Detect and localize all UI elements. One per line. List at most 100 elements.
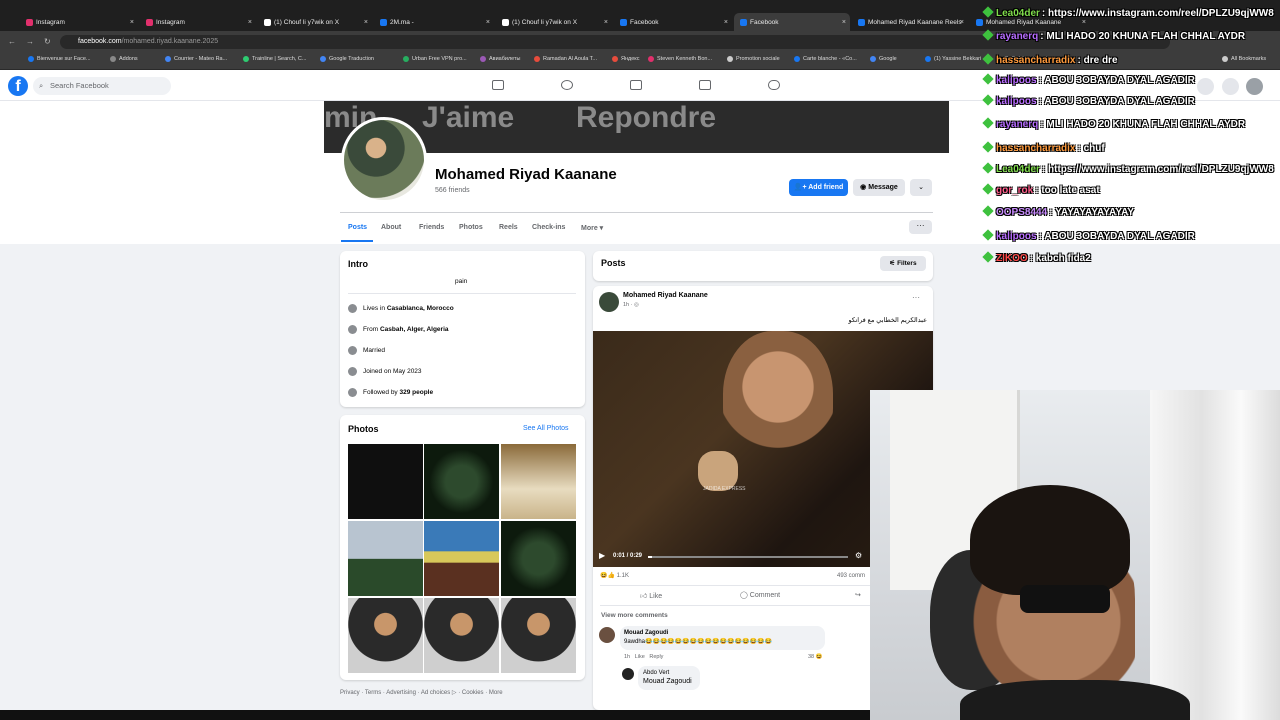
bookmark-label: Trainline | Search, C... [252,56,307,62]
forward-icon[interactable]: → [26,37,34,46]
chat-badge-icon [982,141,994,153]
bookmark-item[interactable]: (1) Yassine Bekkari [925,56,981,62]
bookmark-item[interactable]: Google [870,56,897,62]
profile-tab-friends[interactable]: Friends [419,224,444,231]
chat-text: : MLI HADO 20 KHUNA FLAH CHHAL AYDR [1040,31,1246,42]
browser-tab[interactable]: Mohamed Riyad Kaanane Reels × [852,13,968,31]
post-author-name[interactable]: Mohamed Riyad Kaanane [623,292,708,299]
message-label: Message [868,184,898,191]
tab-close-icon[interactable]: × [960,19,964,26]
gaming-icon[interactable] [768,80,780,90]
message-button[interactable]: ◉ Message [853,179,905,196]
video-icon[interactable] [630,80,642,90]
back-icon[interactable]: ← [8,37,16,46]
profile-tab-posts[interactable]: Posts [348,224,367,231]
marketplace-icon[interactable] [699,80,711,90]
share-icon[interactable]: ↪ [855,591,861,599]
post-author-avatar[interactable] [599,292,619,312]
browser-tab[interactable]: Facebook × [734,13,850,31]
bookmark-item[interactable]: Courrier - Mateo Ra... [165,56,227,62]
comment-icon: ◯ [740,592,750,599]
bookmark-item[interactable]: Promotion sociale [727,56,780,62]
reply-author[interactable]: Abdo Vert [643,670,669,676]
followed-value[interactable]: 329 people [400,389,434,396]
photo-thumbnail[interactable] [424,444,499,519]
from-value[interactable]: Casbah, Alger, Algeria [380,326,449,333]
like-button[interactable]: 👍︎ Like [640,591,662,600]
bookmark-item[interactable]: Trainline | Search, C... [243,56,306,62]
globe-icon: ◎ [634,302,639,308]
lives-value[interactable]: Casablanca, Morocco [387,305,454,312]
tab-label: (1) Chouf li y7wik on X [512,18,578,26]
see-all-photos-link[interactable]: See All Photos [523,425,569,432]
bookmark-item[interactable]: Steven Kenneth Bon... [648,56,712,62]
reply-avatar[interactable] [622,668,634,680]
video-progress-track[interactable] [648,556,848,558]
tab-close-icon[interactable]: × [604,19,608,26]
profile-tab-checkins[interactable]: Check-ins [532,224,565,231]
photo-thumbnail[interactable] [348,521,423,596]
photo-thumbnail[interactable] [501,521,576,596]
tab-close-icon[interactable]: × [248,19,252,26]
browser-tab[interactable]: (1) Chouf li y7wik on X × [258,13,372,31]
reactions-row[interactable]: 😆👍 1.1K [600,572,629,579]
profile-more-button[interactable]: ⌄ [910,179,932,196]
view-more-comments-link[interactable]: View more comments [601,612,668,619]
tab-close-icon[interactable]: × [724,19,728,26]
photo-thumbnail[interactable] [501,598,576,673]
photo-thumbnail[interactable] [348,444,423,519]
facebook-logo-icon[interactable]: f [8,76,28,96]
chat-text: : chuf [1077,143,1105,154]
profile-tab-about[interactable]: About [381,224,401,231]
profile-options-button[interactable]: ··· [909,220,932,234]
chat-username: Lea04der [996,164,1040,175]
add-friend-button[interactable]: 👤+ Add friend [789,179,848,196]
photo-thumbnail[interactable] [424,521,499,596]
comment-reactions[interactable]: 38 😆 [808,654,823,660]
profile-tab-photos[interactable]: Photos [459,224,483,231]
bookmark-item[interactable]: Google Traduction [320,56,374,62]
filters-button[interactable]: ⚟ Filters [880,256,926,271]
tab-close-icon[interactable]: × [486,19,490,26]
bookmark-item[interactable]: Ramadan Al Aoula T... [534,56,597,62]
comments-count[interactable]: 493 comm [837,573,865,579]
photo-thumbnail[interactable] [424,598,499,673]
photo-thumbnail[interactable] [348,598,423,673]
friends-count[interactable]: 566 friends [435,187,470,194]
profile-avatar[interactable] [341,117,427,203]
browser-tab[interactable]: Instagram × [140,13,256,31]
browser-tab[interactable]: Facebook × [614,13,732,31]
tab-close-icon[interactable]: × [364,19,368,26]
commenter-avatar[interactable] [599,627,615,643]
bookmark-item[interactable]: Bienvenue sur Face... [28,56,91,62]
profile-tab-reels[interactable]: Reels [499,224,518,231]
bookmark-item[interactable]: Urban Free VPN pro... [403,56,467,62]
bookmark-item[interactable]: Авиабилеты [480,56,521,62]
comment-meta[interactable]: 1h Like Reply [624,654,663,660]
browser-tab[interactable]: (1) Chouf li y7wik on X × [496,13,612,31]
profile-tab-more[interactable]: More ▾ [581,224,603,232]
footer-links[interactable]: Privacy · Terms · Advertising · Ad choic… [340,689,503,696]
browser-tab[interactable]: Instagram × [20,13,138,31]
play-icon[interactable]: ▶ [599,551,605,560]
chat-message: kalipoos: ABOU 3OBAYDA DYAL AGADIR [980,229,1195,242]
comment-author[interactable]: Mouad Zagoudi [624,630,668,636]
tab-close-icon[interactable]: × [842,19,846,26]
comment-button[interactable]: ◯ Comment [740,591,780,599]
photo-thumbnail[interactable] [501,444,576,519]
browser-tab[interactable]: 2M.ma - × [374,13,494,31]
location-pin-icon [348,325,357,334]
post-options-icon[interactable]: ··· [912,293,920,302]
bookmark-label: Promotion sociale [736,56,780,62]
friends-icon[interactable] [561,80,573,90]
tab-close-icon[interactable]: × [130,19,134,26]
reload-icon[interactable]: ↻ [44,37,51,46]
bookmark-item[interactable]: Яндекс [612,56,640,62]
bookmark-item[interactable]: Addons [110,56,138,62]
search-input[interactable]: ⌕ Search Facebook [33,77,171,95]
bookmark-item[interactable]: Carte blanche - «Co... [794,56,857,62]
home-icon[interactable] [492,80,504,90]
chat-text: : dre dre [1077,55,1118,66]
settings-gear-icon[interactable]: ⚙ [855,551,862,560]
chat-text: : YAYAYAYAYAYAY [1049,207,1135,218]
